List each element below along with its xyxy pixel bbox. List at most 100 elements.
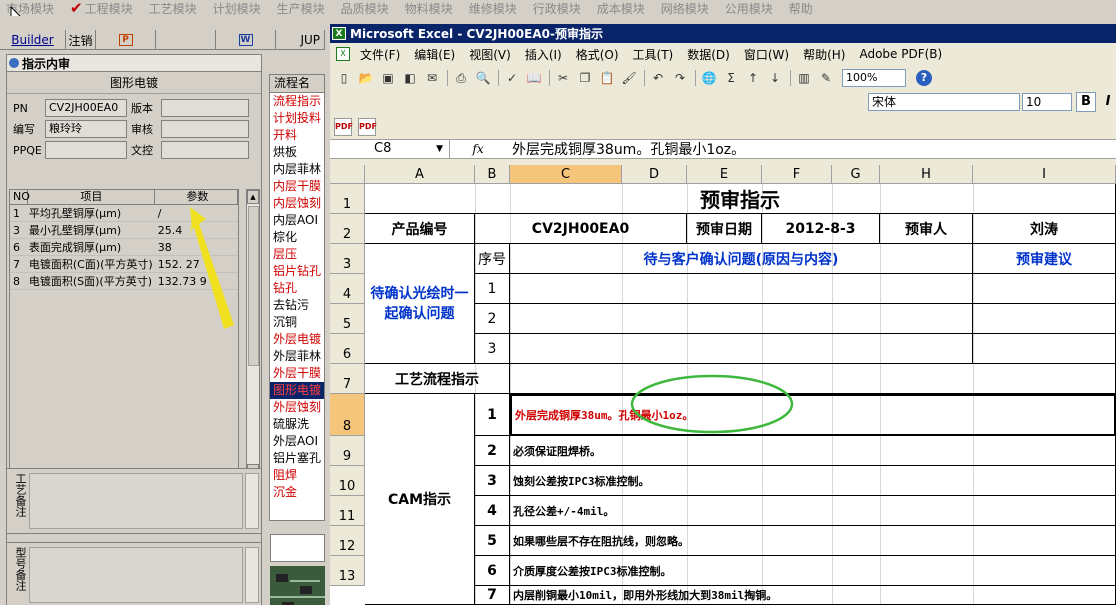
col-header-param[interactable]: 参数 [155, 190, 238, 204]
process-remark-scrollbar[interactable] [245, 473, 259, 529]
cam-instruction-cell[interactable]: 如果哪些层不存在阻抗线，则忽略。 [510, 526, 1116, 556]
model-remark-input[interactable] [29, 547, 243, 603]
cam-no-cell[interactable]: 5 [475, 526, 510, 556]
seq-cell[interactable]: 2 [475, 304, 510, 334]
reviewer-cell[interactable]: 刘涛 [973, 214, 1116, 244]
sort-ascending-icon[interactable]: ↑ [743, 69, 763, 87]
suggest-header-cell[interactable]: 预审建议 [973, 244, 1116, 274]
cam-no-cell[interactable]: 7 [475, 586, 510, 605]
flow-list-item[interactable]: 烘板 [270, 144, 324, 161]
flow-list-item[interactable]: 流程指示 [270, 93, 324, 110]
chart-wizard-icon[interactable]: ▥ [794, 69, 814, 87]
jup-button[interactable]: JUP [276, 30, 325, 50]
cam-instruction-cell[interactable]: 孔径公差+/-4mil。 [510, 496, 1116, 526]
select-all-corner[interactable] [330, 165, 365, 184]
row-header[interactable]: 5 [330, 304, 365, 334]
save-icon[interactable]: ▣ [378, 69, 398, 87]
flow-list-item[interactable]: 内层干膜 [270, 178, 324, 195]
menu-network[interactable]: 网络模块 [661, 0, 709, 17]
column-header[interactable]: H [880, 165, 973, 184]
research-icon[interactable]: 📖 [524, 69, 544, 87]
table-row[interactable]: 8 电镀面积(S面)(平方英寸) 132.73 9 [10, 273, 238, 290]
menu-edit[interactable]: 编辑(E) [414, 46, 455, 63]
flow-list-item[interactable]: 图形电镀 [270, 382, 324, 399]
active-cell-c8[interactable]: 外层完成铜厚38um。孔铜最小1oz。 [510, 394, 1116, 436]
menu-admin[interactable]: 行政模块 [533, 0, 581, 17]
autosum-icon[interactable]: Σ [721, 69, 741, 87]
seq-cell[interactable]: 3 [475, 334, 510, 364]
cut-icon[interactable]: ✂ [553, 69, 573, 87]
cam-no-cell[interactable]: 3 [475, 466, 510, 496]
menu-common[interactable]: 公用模块 [725, 0, 773, 17]
font-size-select[interactable]: 10 [1022, 93, 1072, 111]
menu-material[interactable]: 物料模块 [405, 0, 453, 17]
email-icon[interactable]: ✉ [422, 69, 442, 87]
menu-view[interactable]: 视图(V) [469, 46, 511, 63]
flow-list-item[interactable]: 外层菲林 [270, 348, 324, 365]
menu-insert[interactable]: 插入(I) [525, 46, 562, 63]
flow-list-item[interactable]: 沉铜 [270, 314, 324, 331]
name-box[interactable]: C8 ▼ [330, 140, 450, 158]
menu-plan[interactable]: 计划模块 [213, 0, 261, 17]
menu-file[interactable]: 文件(F) [360, 46, 400, 63]
date-label-cell[interactable]: 预审日期 [687, 214, 762, 244]
print-preview-icon[interactable]: 🔍 [473, 69, 493, 87]
flow-list-item[interactable]: 硫脲洗 [270, 416, 324, 433]
flow-input-box[interactable] [270, 534, 325, 562]
logout-button[interactable]: 注销 [66, 30, 96, 50]
suggest-cell[interactable] [973, 304, 1116, 334]
menu-data[interactable]: 数据(D) [687, 46, 730, 63]
menu-tools[interactable]: 工具(T) [633, 46, 674, 63]
row-header[interactable]: 9 [330, 436, 365, 466]
cam-instruction-cell[interactable]: 介质厚度公差按IPC3标准控制。 [510, 556, 1116, 586]
cam-no-cell[interactable]: 1 [475, 394, 510, 436]
menu-process[interactable]: 工艺模块 [149, 0, 197, 17]
seq-cell[interactable]: 1 [475, 274, 510, 304]
suggest-cell[interactable] [973, 274, 1116, 304]
row-header[interactable]: 10 [330, 466, 365, 496]
flow-list-item[interactable]: 外层AOI [270, 433, 324, 450]
word-export-button[interactable]: W [216, 30, 276, 50]
confirm-header-cell[interactable]: 待与客户确认问题(原因与内容) [510, 244, 973, 274]
flow-list-item[interactable]: 外层蚀刻 [270, 399, 324, 416]
product-no-label-cell[interactable]: 产品编号 [365, 214, 475, 244]
column-header[interactable]: I [973, 165, 1116, 184]
bold-button[interactable]: B [1076, 92, 1096, 112]
table-row[interactable]: 6 表面完成铜厚(μm) 38 [10, 239, 238, 256]
open-icon[interactable]: 📂 [356, 69, 376, 87]
row-header[interactable]: 4 [330, 274, 365, 304]
menu-adobe-pdf[interactable]: Adobe PDF(B) [859, 47, 942, 61]
print-icon[interactable]: ⎙ [451, 69, 471, 87]
flow-list-item[interactable]: 铝片钻孔 [270, 263, 324, 280]
row-header[interactable]: 13 [330, 556, 365, 586]
font-name-select[interactable]: 宋体 [868, 93, 1020, 111]
menu-production[interactable]: 生产模块 [277, 0, 325, 17]
help-icon[interactable]: ? [916, 70, 932, 86]
table-row[interactable]: 1 平均孔壁铜厚(μm) / [10, 205, 238, 222]
cam-label-cell[interactable]: CAM指示 [365, 394, 475, 605]
col-header-item[interactable]: 项目 [28, 190, 155, 204]
format-painter-icon[interactable]: 🖌 [619, 69, 639, 87]
flow-list-item[interactable]: 铝片塞孔 [270, 450, 324, 467]
row-header[interactable]: 2 [330, 214, 365, 244]
pn-field[interactable]: CV2JH00EA0 [45, 99, 127, 117]
flow-list-item[interactable]: 阻焊 [270, 467, 324, 484]
flow-list-item[interactable]: 棕化 [270, 229, 324, 246]
copy-icon[interactable]: ❐ [575, 69, 595, 87]
column-header[interactable]: E [687, 165, 762, 184]
builder-button[interactable]: Builder [0, 30, 66, 50]
undo-icon[interactable]: ↶ [648, 69, 668, 87]
pending-confirm-cell[interactable]: 待确认光绘时一起确认问题 [365, 244, 475, 364]
scroll-up-icon[interactable]: ▲ [247, 190, 259, 204]
flow-list-item[interactable]: 沉金 [270, 484, 324, 501]
convert-and-email-pdf-icon[interactable]: PDF [358, 118, 377, 136]
menu-help[interactable]: 帮助 [789, 0, 813, 17]
redo-icon[interactable]: ↷ [670, 69, 690, 87]
column-header[interactable]: C [510, 165, 622, 184]
cam-no-cell[interactable]: 6 [475, 556, 510, 586]
row-header[interactable]: 3 [330, 244, 365, 274]
workbook-icon[interactable]: X [336, 47, 350, 61]
italic-button[interactable]: I [1100, 92, 1116, 112]
confirm-cell[interactable] [510, 334, 973, 364]
process-value-cell[interactable] [510, 364, 1116, 394]
